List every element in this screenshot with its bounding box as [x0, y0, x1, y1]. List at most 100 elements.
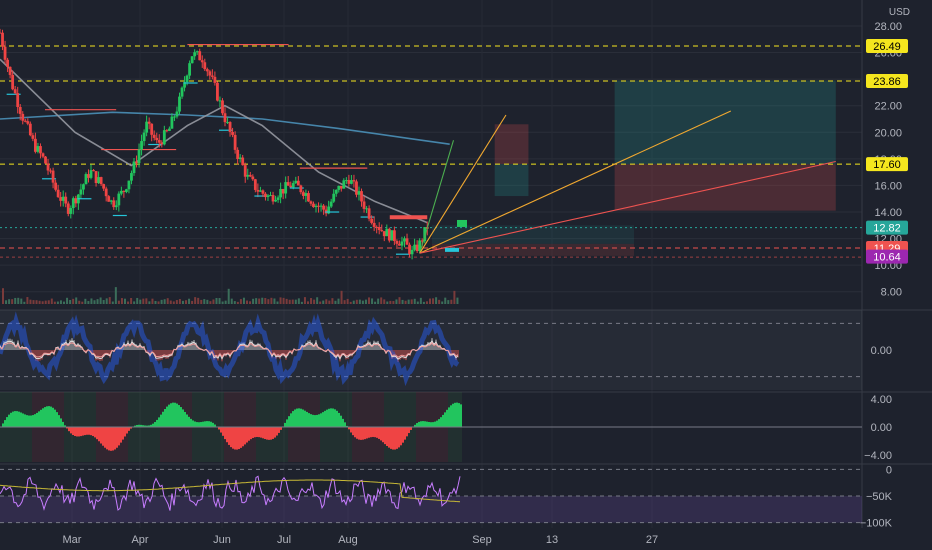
volume-bar [59, 300, 62, 304]
osc2-histogram-bar [388, 427, 390, 448]
osc2-histogram-bar [40, 409, 42, 427]
osc2-histogram-bar [320, 413, 322, 427]
candle-body [178, 96, 181, 112]
osc2-histogram-bar [212, 422, 214, 427]
volume-bar [233, 301, 236, 304]
osc2-histogram-bar [256, 427, 258, 437]
candle-body [198, 51, 202, 61]
volume-bar [14, 297, 17, 304]
osc2-histogram-bar [450, 405, 452, 427]
volume-bar [297, 298, 300, 304]
candle-body [36, 146, 40, 152]
osc2-histogram-bar [344, 422, 346, 427]
volume-bar [230, 298, 233, 304]
osc2-histogram-bar [10, 412, 12, 427]
volume-bar [41, 301, 44, 304]
candle-body [350, 180, 353, 184]
candle-body [236, 149, 240, 159]
candle-body [119, 190, 123, 194]
osc2-histogram-bar [266, 427, 268, 440]
osc2-histogram-bar [196, 422, 198, 427]
volume-bar [108, 297, 111, 304]
osc2-histogram-bar [258, 427, 260, 438]
volume-bar [215, 297, 218, 304]
candle-body [185, 75, 189, 83]
candle-body [3, 46, 7, 60]
osc2-histogram-bar [108, 427, 110, 451]
candle-body [281, 188, 285, 194]
volume-bar [300, 301, 303, 304]
candle-body [97, 177, 100, 184]
osc2-histogram-bar [32, 415, 34, 427]
candle-body [307, 193, 310, 202]
currency-label: USD [889, 7, 910, 18]
candle-body [51, 170, 55, 183]
volume-bar [166, 298, 169, 304]
osc2-histogram-bar [26, 415, 28, 427]
osc2-histogram-bar [416, 423, 418, 427]
candle-body [193, 52, 197, 57]
osc2-histogram-bar [36, 412, 38, 427]
volume-bar [81, 301, 84, 304]
candle-body [218, 100, 222, 102]
osc2-histogram-bar [76, 427, 78, 437]
price-badge-label: 10.64 [873, 252, 901, 264]
volume-bar [99, 297, 102, 304]
volume-bar [105, 298, 108, 304]
osc2-histogram-bar [90, 427, 92, 436]
osc2-histogram-bar [290, 413, 292, 427]
osc2-histogram-bar [122, 427, 124, 440]
volume-bar [23, 301, 26, 304]
osc2-histogram-bar [408, 427, 410, 434]
candle-body [334, 189, 338, 194]
osc2-histogram-bar [278, 427, 280, 433]
candle-body [314, 205, 318, 208]
price-tick-label: 28.00 [874, 21, 902, 33]
candle-body [382, 231, 386, 237]
trading-chart[interactable]: 0.00 4.000.00−4.00 0−50K−100K 28.0026.00… [0, 0, 932, 550]
candle-body [137, 149, 141, 164]
volume-bar [401, 299, 404, 304]
volume-bar [340, 290, 343, 304]
osc2-histogram-bar [116, 427, 118, 448]
volume-bar [93, 300, 96, 304]
osc2-histogram-bar [170, 403, 172, 427]
candle-body [152, 134, 156, 138]
osc2-histogram-bar [318, 414, 320, 427]
candle-body [347, 180, 351, 184]
volume-bar [413, 298, 416, 304]
volume-bar [435, 297, 438, 304]
candle-body [210, 75, 214, 77]
osc2-histogram-bar [372, 427, 374, 437]
candle-body [132, 161, 136, 174]
candle-body [109, 200, 113, 202]
candle-body [82, 184, 85, 190]
volume-bar [386, 301, 389, 304]
osc2-histogram-bar [176, 403, 178, 427]
candle-body [140, 141, 143, 150]
candle-body [337, 185, 341, 190]
candle-body [33, 138, 37, 152]
osc2-histogram-bar [458, 403, 460, 427]
osc2-histogram-bar [126, 427, 128, 434]
volume-bar [224, 300, 227, 304]
candle-body [241, 157, 245, 166]
volume-bar [337, 298, 340, 304]
volume-bar [441, 301, 444, 304]
volume-bar [438, 299, 441, 304]
osc2-histogram-bar [222, 427, 224, 436]
volume-bar [63, 301, 65, 304]
oscillator-pane-1[interactable]: 0.00 [0, 309, 932, 390]
osc2-histogram-bar [364, 427, 366, 440]
candle-body [258, 190, 262, 192]
osc2-histogram-bar [264, 427, 266, 440]
candle-body [190, 56, 194, 64]
osc2-histogram-bar [44, 407, 46, 427]
volume-bar [410, 299, 413, 304]
candle-body [8, 66, 12, 75]
volume-bar [316, 297, 319, 304]
osc2-histogram-bar [262, 427, 264, 439]
candle-body [31, 135, 35, 139]
volume-bar [361, 300, 364, 304]
osc2-histogram-bar [330, 408, 332, 427]
